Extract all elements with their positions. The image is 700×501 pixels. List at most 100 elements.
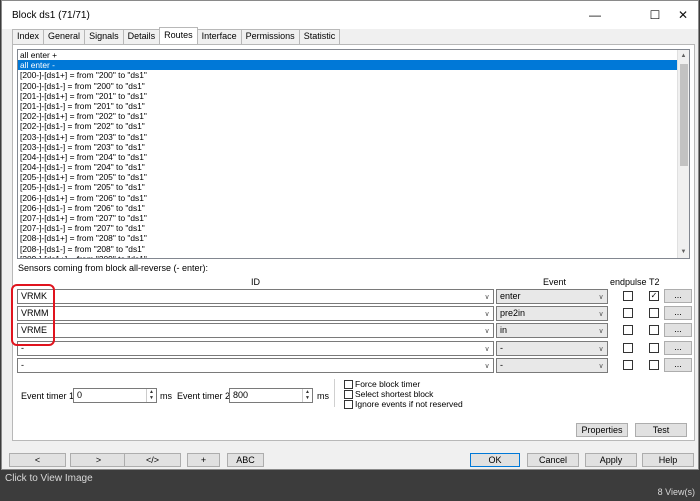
spin-down-icon[interactable]: ▼: [147, 395, 156, 401]
option-checkbox[interactable]: [344, 379, 353, 389]
option-checkbox[interactable]: [344, 399, 353, 409]
sensor-more-button[interactable]: ...: [664, 358, 692, 372]
route-item[interactable]: [206-]-[ds1-] = from "206" to "ds1": [18, 203, 678, 213]
t2-checkbox[interactable]: [649, 325, 659, 335]
route-item[interactable]: [207-]-[ds1-] = from "207" to "ds1": [18, 223, 678, 233]
chevron-down-icon[interactable]: ∨: [481, 290, 493, 303]
route-item[interactable]: [209-]-[ds1+] = from "209" to "ds1": [18, 254, 678, 258]
route-item[interactable]: [204-]-[ds1-] = from "204" to "ds1": [18, 162, 678, 172]
sensor-id-combo[interactable]: - ∨: [17, 358, 494, 373]
tab-permissions[interactable]: Permissions: [240, 29, 300, 44]
option-label: Ignore events if not reserved: [355, 399, 463, 409]
route-item[interactable]: [208-]-[ds1-] = from "208" to "ds1": [18, 244, 678, 254]
scroll-down-icon[interactable]: ▼: [678, 246, 689, 258]
route-item[interactable]: [200-]-[ds1+] = from "200" to "ds1": [18, 70, 678, 80]
t2-checkbox[interactable]: [649, 308, 659, 318]
sensor-more-button[interactable]: ...: [664, 341, 692, 355]
apply-button[interactable]: Apply: [585, 453, 637, 467]
routes-scrollbar[interactable]: ▲ ▼: [677, 50, 689, 258]
chevron-down-icon[interactable]: ∨: [595, 307, 607, 320]
route-item[interactable]: [202-]-[ds1-] = from "202" to "ds1": [18, 121, 678, 131]
close-icon[interactable]: ✕: [663, 1, 700, 29]
chevron-down-icon[interactable]: ∨: [595, 342, 607, 355]
code-button[interactable]: </>: [124, 453, 181, 467]
t2-checkbox[interactable]: ✓: [649, 291, 659, 301]
event-timer-2-input[interactable]: 800 ▲ ▼: [229, 388, 313, 403]
event-timer-2-spinner[interactable]: ▲ ▼: [302, 389, 312, 402]
sensor-id-combo[interactable]: VRMM ∨: [17, 306, 494, 321]
endpulse-checkbox[interactable]: [623, 343, 633, 353]
t2-column-header: T2: [649, 277, 660, 287]
event-timer-1-input[interactable]: 0 ▲ ▼: [73, 388, 157, 403]
endpulse-checkbox[interactable]: [623, 325, 633, 335]
endpulse-checkbox[interactable]: [623, 360, 633, 370]
chevron-down-icon[interactable]: ∨: [481, 307, 493, 320]
route-item[interactable]: [205-]-[ds1+] = from "205" to "ds1": [18, 172, 678, 182]
chevron-down-icon[interactable]: ∨: [481, 359, 493, 372]
abc-button[interactable]: ABC: [227, 453, 264, 467]
tab-statistic[interactable]: Statistic: [298, 29, 341, 44]
chevron-down-icon[interactable]: ∨: [595, 290, 607, 303]
sensor-event-select[interactable]: - ∨: [496, 341, 608, 356]
route-item[interactable]: [200-]-[ds1-] = from "200" to "ds1": [18, 81, 678, 91]
event-timer-1-spinner[interactable]: ▲ ▼: [146, 389, 156, 402]
endpulse-checkbox[interactable]: [623, 308, 633, 318]
test-button[interactable]: Test: [635, 423, 687, 437]
sensor-more-button[interactable]: ...: [664, 289, 692, 303]
route-item[interactable]: [204-]-[ds1+] = from "204" to "ds1": [18, 152, 678, 162]
option-force-block-timer[interactable]: Force block timer: [344, 379, 420, 389]
event-timer-1-value: 0: [77, 390, 83, 400]
chevron-down-icon[interactable]: ∨: [595, 359, 607, 372]
option-checkbox[interactable]: [344, 389, 353, 399]
prev-button[interactable]: <: [9, 453, 66, 467]
properties-button[interactable]: Properties: [576, 423, 628, 437]
add-button[interactable]: +: [187, 453, 220, 467]
t2-checkbox[interactable]: [649, 343, 659, 353]
tab-signals[interactable]: Signals: [84, 29, 124, 44]
scroll-up-icon[interactable]: ▲: [678, 50, 689, 62]
sensor-id-combo[interactable]: VRMK ∨: [17, 289, 494, 304]
sensor-id-combo[interactable]: VRME ∨: [17, 323, 494, 338]
sensor-event-select[interactable]: - ∨: [496, 358, 608, 373]
tab-details[interactable]: Details: [122, 29, 161, 44]
route-item[interactable]: [207-]-[ds1+] = from "207" to "ds1": [18, 213, 678, 223]
sensor-more-button[interactable]: ...: [664, 306, 692, 320]
sensor-event-select[interactable]: enter ∨: [496, 289, 608, 304]
route-item[interactable]: all enter +: [18, 50, 678, 60]
route-item[interactable]: all enter -: [18, 60, 678, 71]
ok-button[interactable]: OK: [470, 453, 520, 467]
route-item[interactable]: [201-]-[ds1-] = from "201" to "ds1": [18, 101, 678, 111]
view-image-link[interactable]: Click to View Image: [5, 473, 93, 484]
sensor-event-select[interactable]: in ∨: [496, 323, 608, 338]
t2-checkbox[interactable]: [649, 360, 659, 370]
route-item[interactable]: [206-]-[ds1+] = from "206" to "ds1": [18, 193, 678, 203]
route-item[interactable]: [205-]-[ds1-] = from "205" to "ds1": [18, 182, 678, 192]
option-ignore-events-if-not-reserved[interactable]: Ignore events if not reserved: [344, 399, 463, 409]
help-button[interactable]: Help: [642, 453, 694, 467]
chevron-down-icon[interactable]: ∨: [481, 324, 493, 337]
chevron-down-icon[interactable]: ∨: [481, 342, 493, 355]
option-select-shortest-block[interactable]: Select shortest block: [344, 389, 433, 399]
tab-routes[interactable]: Routes: [159, 27, 198, 44]
endpulse-checkbox[interactable]: [623, 291, 633, 301]
route-item[interactable]: [203-]-[ds1+] = from "203" to "ds1": [18, 132, 678, 142]
route-item[interactable]: [203-]-[ds1-] = from "203" to "ds1": [18, 142, 678, 152]
route-item[interactable]: [202-]-[ds1+] = from "202" to "ds1": [18, 111, 678, 121]
route-item[interactable]: [208-]-[ds1+] = from "208" to "ds1": [18, 233, 678, 243]
routes-list[interactable]: all enter + all enter - [200-]-[ds1+] = fr…: [17, 49, 690, 259]
sensor-event-select[interactable]: pre2in ∨: [496, 306, 608, 321]
sensor-more-button[interactable]: ...: [664, 323, 692, 337]
sensor-id-combo[interactable]: - ∨: [17, 341, 494, 356]
next-button[interactable]: >: [70, 453, 127, 467]
tab-strip: Index General Signals Details Routes Interfac…: [12, 27, 341, 44]
chevron-down-icon[interactable]: ∨: [595, 324, 607, 337]
cancel-button[interactable]: Cancel: [527, 453, 579, 467]
tab-general[interactable]: General: [43, 29, 86, 44]
tab-index[interactable]: Index: [12, 29, 45, 44]
route-item[interactable]: [201-]-[ds1+] = from "201" to "ds1": [18, 91, 678, 101]
tab-interface[interactable]: Interface: [196, 29, 242, 44]
routes-panel: all enter + all enter - [200-]-[ds1+] = fr…: [11, 44, 695, 441]
minimize-icon[interactable]: —: [575, 1, 615, 29]
spin-down-icon[interactable]: ▼: [303, 395, 312, 401]
scroll-thumb[interactable]: [680, 64, 688, 166]
